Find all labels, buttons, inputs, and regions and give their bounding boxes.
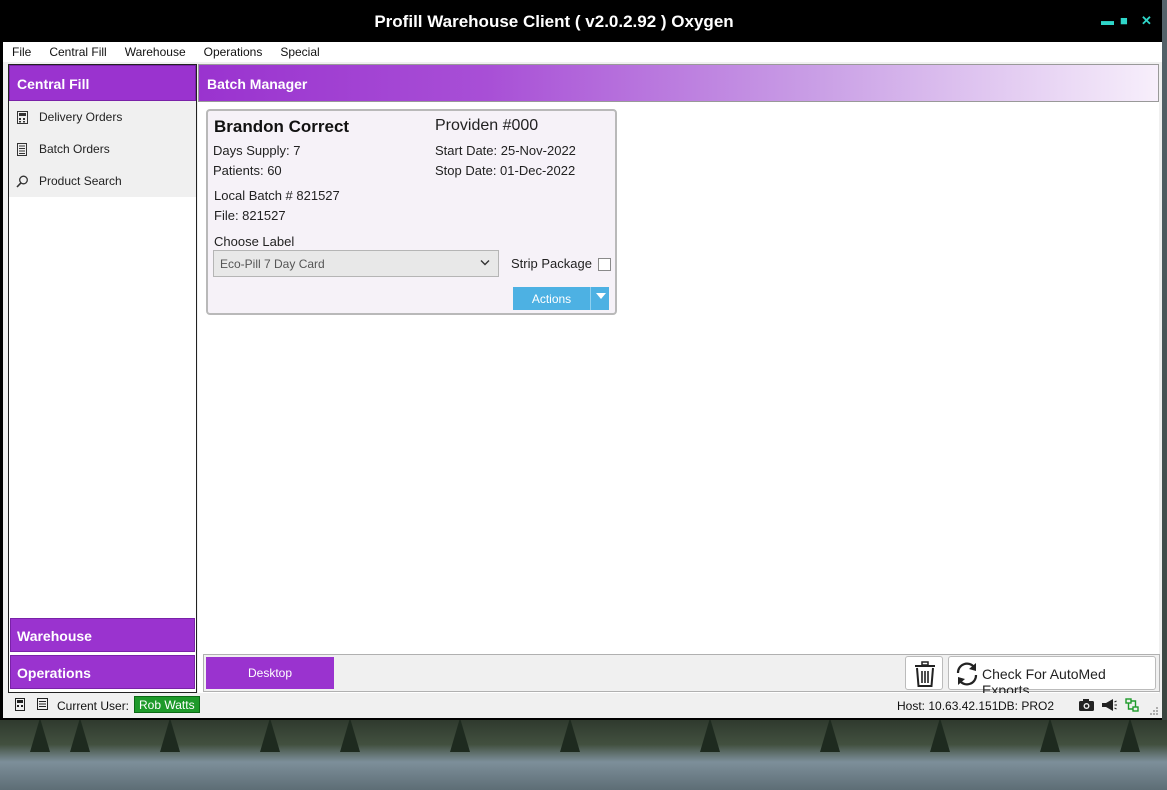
actions-divider — [590, 287, 591, 310]
search-icon — [15, 174, 29, 188]
calculator-icon — [15, 110, 29, 124]
stop-date: Stop Date: 01-Dec-2022 — [435, 163, 576, 178]
actions-button-label: Actions — [531, 292, 572, 306]
menu-operations[interactable]: Operations — [195, 42, 272, 62]
days-supply: Days Supply: 7 — [213, 143, 301, 158]
megaphone-icon[interactable] — [1102, 699, 1117, 714]
sidebar-item-label: Product Search — [39, 174, 122, 188]
start-date: Start Date: 25-Nov-2022 — [435, 143, 576, 158]
sidebar-section-warehouse[interactable]: Warehouse — [10, 618, 195, 652]
chevron-down-icon — [480, 257, 490, 269]
document-icon[interactable] — [37, 698, 48, 713]
close-button[interactable]: ✕ — [1141, 14, 1152, 28]
minimize-button[interactable]: ▬ — [1101, 14, 1114, 28]
sidebar-header-central-fill[interactable]: Central Fill — [9, 65, 196, 101]
sidebar-item-product-search[interactable]: Product Search — [9, 165, 196, 197]
menu-file[interactable]: File — [3, 42, 40, 62]
menu-bar: File Central Fill Warehouse Operations S… — [3, 42, 1162, 62]
sidebar-item-delivery-orders[interactable]: Delivery Orders — [9, 101, 196, 133]
bottom-toolbar: Desktop Check For AutoMed Exports — [203, 654, 1160, 698]
desktop-landscape — [0, 718, 1167, 790]
main-panel: Batch Manager Brandon Correct Providen #… — [198, 64, 1160, 698]
file-number: File: 821527 — [214, 208, 286, 223]
camera-icon[interactable] — [1079, 699, 1094, 714]
menu-special[interactable]: Special — [271, 42, 328, 62]
menu-central-fill[interactable]: Central Fill — [40, 42, 115, 62]
patients-count: Patients: 60 — [213, 163, 282, 178]
actions-button[interactable]: Actions — [513, 287, 609, 310]
maximize-button[interactable]: ■ — [1120, 14, 1128, 28]
current-user-badge: Rob Watts — [134, 696, 200, 713]
app-window: Profill Warehouse Client ( v2.0.2.92 ) O… — [0, 0, 1162, 720]
provider-name: Providen #000 — [435, 117, 539, 134]
title-bar: Profill Warehouse Client ( v2.0.2.92 ) O… — [0, 0, 1162, 42]
check-automed-exports-button[interactable]: Check For AutoMed Exports — [948, 656, 1156, 698]
delete-button[interactable] — [905, 656, 943, 690]
resize-grip-icon[interactable] — [1149, 705, 1159, 719]
status-bar: Current User: Rob Watts Host: 10.63.42.1… — [3, 693, 1162, 718]
database-name: DB: PRO2 — [998, 699, 1055, 713]
label-select[interactable]: Eco-Pill 7 Day Card — [213, 250, 499, 277]
client-area: File Central Fill Warehouse Operations S… — [3, 42, 1162, 718]
dropdown-arrow-icon[interactable] — [596, 292, 606, 302]
host-address: Host: 10.63.42.151 — [897, 699, 999, 713]
calculator-icon[interactable] — [15, 698, 25, 714]
patient-name: Brandon Correct — [214, 117, 350, 136]
menu-warehouse[interactable]: Warehouse — [116, 42, 195, 62]
page-title: Batch Manager — [198, 64, 1159, 102]
document-icon — [15, 142, 29, 156]
window-title: Profill Warehouse Client ( v2.0.2.92 ) O… — [374, 12, 734, 31]
local-batch-number: Local Batch # 821527 — [214, 188, 340, 203]
choose-label-caption: Choose Label — [214, 234, 295, 249]
sidebar-item-batch-orders[interactable]: Batch Orders — [9, 133, 196, 165]
strip-package-checkbox[interactable] — [598, 258, 611, 271]
strip-package-label: Strip Package — [511, 256, 592, 271]
sidebar-list: Delivery Orders Batch Orders Product Sea… — [9, 101, 196, 197]
current-user-label: Current User: — [57, 699, 130, 713]
trash-icon — [914, 661, 936, 690]
label-select-value: Eco-Pill 7 Day Card — [220, 257, 325, 271]
refresh-icon — [954, 661, 980, 690]
sidebar-item-label: Delivery Orders — [39, 110, 123, 124]
network-connected-icon[interactable] — [1125, 698, 1139, 715]
sidebar-item-label: Batch Orders — [39, 142, 110, 156]
batch-card: Brandon Correct Providen #000 Days Suppl… — [206, 109, 617, 315]
sidebar-section-operations[interactable]: Operations — [10, 655, 195, 689]
sidebar: Central Fill Delivery Orders Batch Order… — [8, 64, 197, 693]
desktop-button[interactable]: Desktop — [206, 657, 334, 689]
